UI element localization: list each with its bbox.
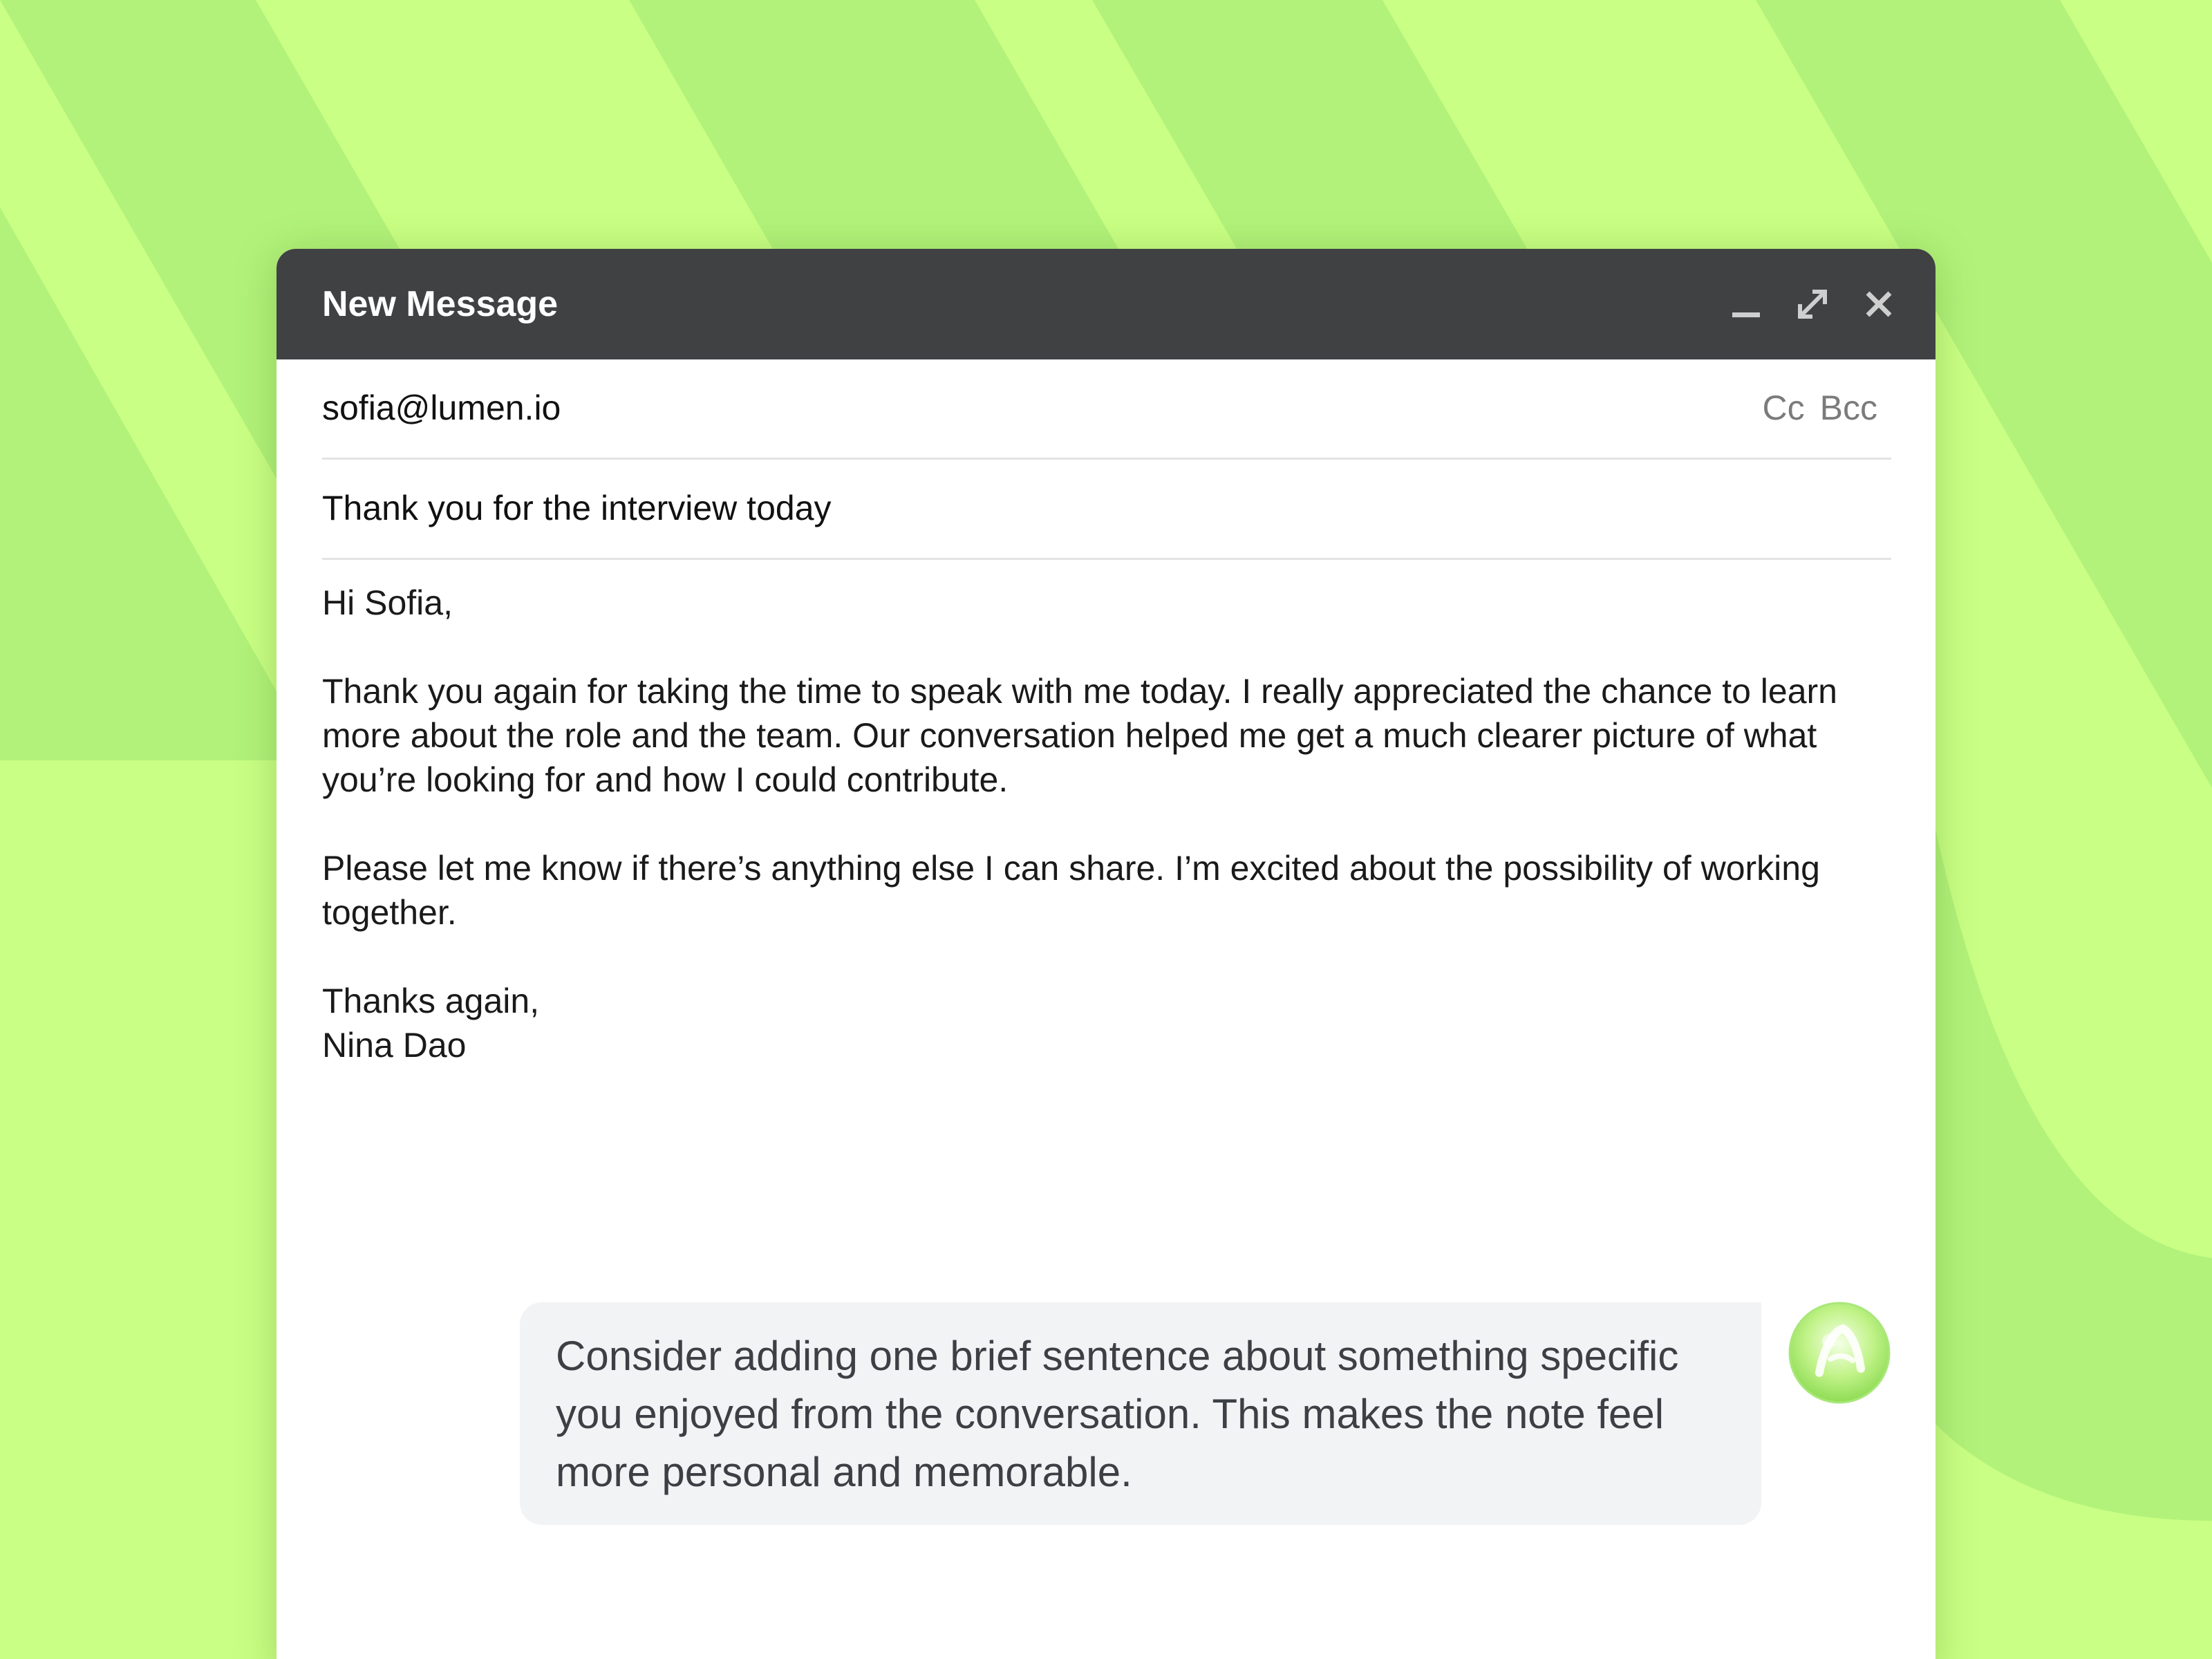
body-signature: Nina Dao: [322, 1026, 467, 1065]
subject-row: Thank you for the interview today: [322, 460, 1891, 560]
cc-bcc-links: Cc Bcc: [1763, 386, 1877, 430]
compose-window: New Message sofia@lumen.io Cc Bcc Thank …: [276, 249, 1936, 1659]
assistant-avatar[interactable]: [1788, 1301, 1891, 1405]
body-signoff: Thanks again,: [322, 982, 540, 1020]
window-title: New Message: [322, 284, 559, 324]
body-paragraph-1: Thank you again for taking the time to s…: [322, 672, 1837, 799]
cc-link[interactable]: Cc: [1763, 388, 1805, 427]
close-icon: [1866, 291, 1892, 317]
subject-field[interactable]: Thank you for the interview today: [322, 486, 832, 530]
assistant-avatar-icon: [1788, 1302, 1891, 1404]
assistant-suggestion-bubble[interactable]: Consider adding one brief sentence about…: [520, 1302, 1761, 1525]
expand-button[interactable]: [1788, 279, 1837, 329]
assistant-suggestion-text: Consider adding one brief sentence about…: [556, 1333, 1679, 1495]
compose-titlebar: New Message: [276, 249, 1936, 359]
expand-icon: [1798, 290, 1827, 319]
bcc-link[interactable]: Bcc: [1820, 388, 1877, 427]
recipient-field[interactable]: sofia@lumen.io: [322, 386, 561, 430]
body-greeting: Hi Sofia,: [322, 583, 453, 622]
minimize-button[interactable]: [1721, 279, 1771, 329]
body-paragraph-2: Please let me know if there’s anything e…: [322, 849, 1820, 932]
to-row: sofia@lumen.io Cc Bcc: [322, 359, 1891, 460]
minimize-icon: [1732, 312, 1760, 317]
close-button[interactable]: [1854, 279, 1904, 329]
